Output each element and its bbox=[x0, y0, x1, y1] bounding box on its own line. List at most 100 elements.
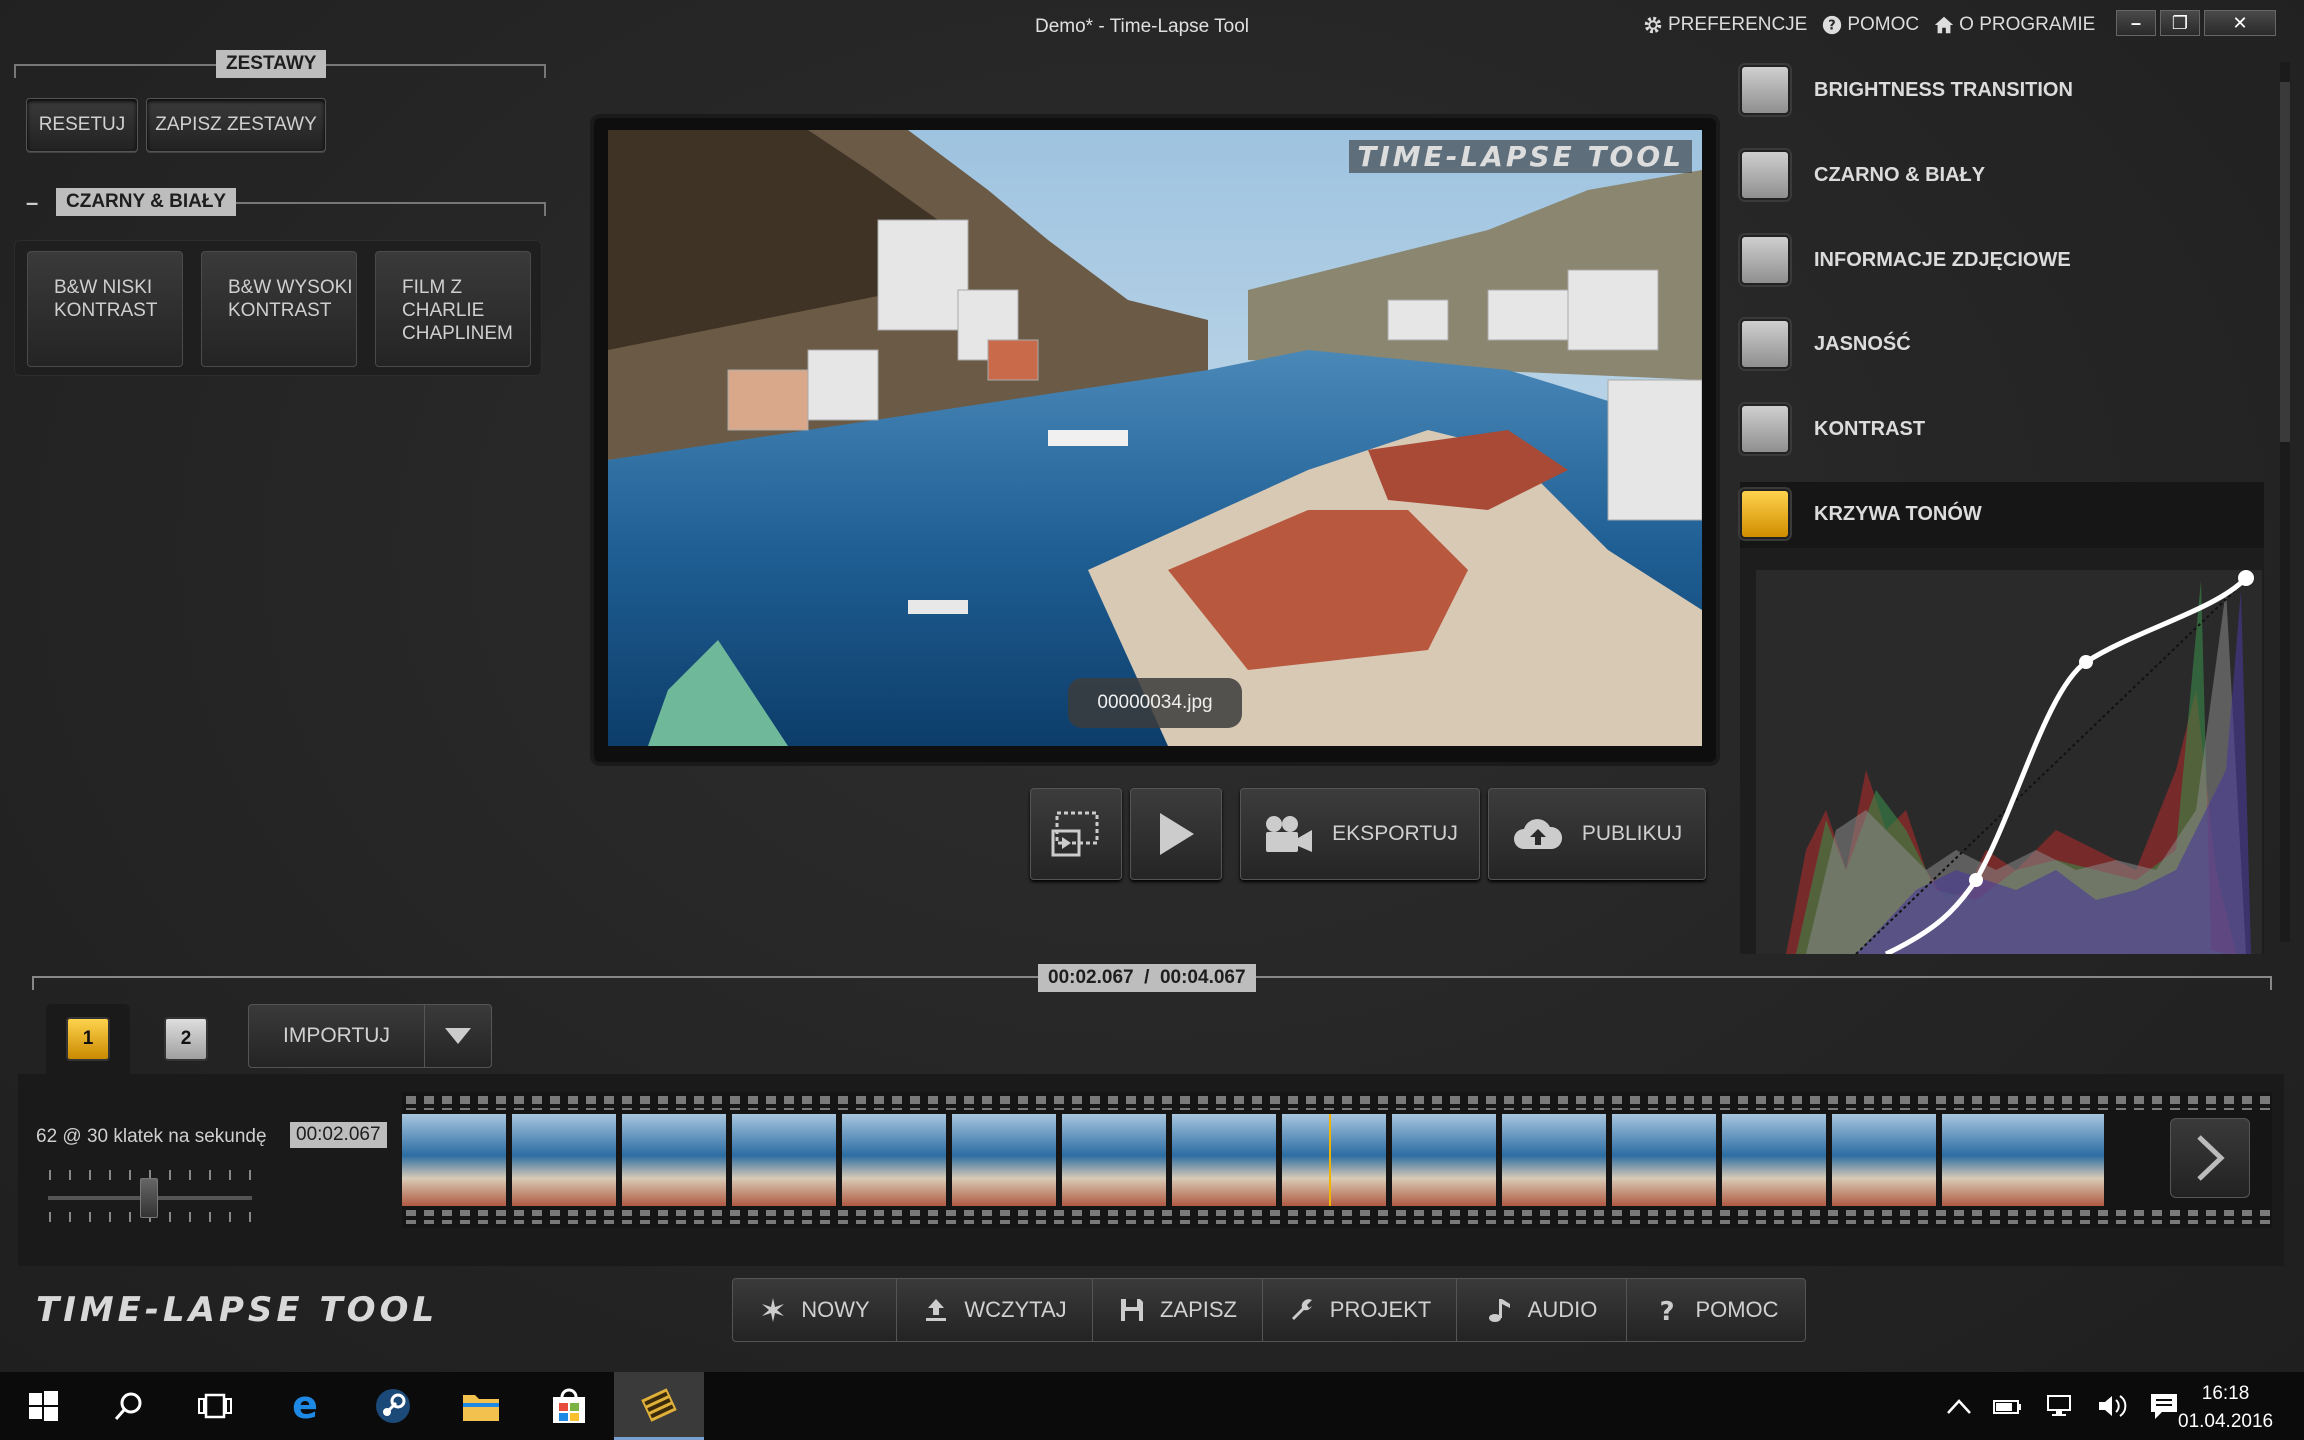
start-button[interactable] bbox=[0, 1372, 86, 1440]
scrollbar-thumb[interactable] bbox=[2280, 82, 2290, 442]
save-presets-button[interactable]: ZAPISZ ZESTAWY bbox=[146, 98, 326, 152]
play-icon bbox=[1160, 813, 1194, 855]
taskbar-clock[interactable]: 16:18 01.04.2016 bbox=[2178, 1380, 2273, 1436]
chevron-up-icon[interactable] bbox=[1946, 1397, 1972, 1415]
svg-text:e: e bbox=[292, 1388, 318, 1424]
wrench-icon bbox=[1291, 1299, 1312, 1320]
notifications-icon[interactable] bbox=[2148, 1391, 2180, 1421]
task-view-icon bbox=[198, 1393, 232, 1419]
timelapse-taskbar-button[interactable] bbox=[614, 1372, 704, 1440]
publish-label: PUBLIKUJ bbox=[1581, 822, 1683, 845]
effects-scrollbar[interactable] bbox=[2280, 62, 2290, 942]
export-button[interactable]: EKSPORTUJ bbox=[1240, 788, 1480, 880]
top-links: PREFERENCJE ? POMOC O PROGRAMIE bbox=[1642, 14, 2095, 36]
about-link[interactable]: O PROGRAMIE bbox=[1933, 14, 2095, 36]
help-button[interactable]: ? POMOC bbox=[1627, 1279, 1805, 1341]
effect-toggle[interactable] bbox=[1740, 319, 1790, 369]
search-button[interactable] bbox=[86, 1372, 172, 1440]
filmstrip-frames bbox=[402, 1096, 2272, 1224]
save-icon bbox=[1120, 1299, 1143, 1321]
system-tray bbox=[1946, 1372, 2180, 1440]
new-label: NOWY bbox=[801, 1297, 870, 1322]
battery-icon[interactable] bbox=[1992, 1393, 2024, 1419]
task-view-button[interactable] bbox=[172, 1372, 258, 1440]
save-button[interactable]: ZAPISZ bbox=[1093, 1279, 1263, 1341]
new-button[interactable]: NOWY bbox=[733, 1279, 897, 1341]
collapse-toggle[interactable]: – bbox=[26, 190, 38, 216]
clock-date: 01.04.2016 bbox=[2178, 1411, 2274, 1432]
store-bag-icon bbox=[553, 1388, 585, 1423]
file-explorer-button[interactable] bbox=[438, 1372, 524, 1440]
track-tab-2[interactable]: 2 bbox=[144, 1004, 228, 1074]
help-link[interactable]: ? POMOC bbox=[1821, 14, 1919, 36]
effect-label: JASNOŚĆ bbox=[1814, 332, 1911, 355]
preset-bw-high-contrast[interactable]: B&W WYSOKI KONTRAST bbox=[201, 251, 357, 367]
effect-contrast[interactable]: KONTRAST bbox=[1740, 397, 2260, 461]
effect-black-white[interactable]: CZARNO & BIAŁY bbox=[1740, 143, 2260, 207]
preview-mode-button[interactable] bbox=[1030, 788, 1122, 880]
window-controls: – ❐ ✕ bbox=[2116, 10, 2276, 36]
frame-filename: 00000034.jpg bbox=[1068, 678, 1242, 728]
app-window: Demo* - Time-Lapse Tool PREFERENCJE ? PO… bbox=[0, 0, 2304, 1372]
help-label: POMOC bbox=[1695, 1297, 1779, 1322]
effect-label: INFORMACJE ZDJĘCIOWE bbox=[1814, 248, 2071, 271]
effect-label: KONTRAST bbox=[1814, 417, 1926, 440]
effect-tone-curve[interactable]: KRZYWA TONÓW bbox=[1740, 482, 2260, 546]
fps-info: 62 @ 30 klatek na sekundę bbox=[36, 1126, 267, 1147]
preset-chaplin-film[interactable]: FILM Z CHARLIE CHAPLINEM bbox=[375, 251, 531, 367]
clock-time: 16:18 bbox=[2201, 1383, 2250, 1404]
taskbar: e 16:18 01.04.2016 bbox=[0, 1372, 2304, 1440]
effect-brightness-transition[interactable]: BRIGHTNESS TRANSITION bbox=[1740, 58, 2260, 122]
network-icon[interactable] bbox=[2044, 1392, 2076, 1420]
maximize-button[interactable]: ❐ bbox=[2160, 10, 2200, 36]
minimize-button[interactable]: – bbox=[2116, 10, 2156, 36]
import-button[interactable]: IMPORTUJ bbox=[248, 1004, 492, 1068]
steam-button[interactable] bbox=[350, 1372, 436, 1440]
preferences-link[interactable]: PREFERENCJE bbox=[1642, 14, 1807, 36]
effect-toggle[interactable] bbox=[1740, 150, 1790, 200]
speed-slider-thumb[interactable] bbox=[140, 1178, 158, 1218]
question-icon: ? bbox=[1660, 1297, 1675, 1324]
title-bar: Demo* - Time-Lapse Tool PREFERENCJE ? PO… bbox=[0, 0, 2304, 52]
help-label: POMOC bbox=[1847, 14, 1920, 35]
search-icon bbox=[114, 1392, 142, 1420]
steam-icon bbox=[376, 1389, 410, 1423]
tone-curve-chart[interactable] bbox=[1756, 570, 2262, 954]
load-button[interactable]: WCZYTAJ bbox=[897, 1279, 1093, 1341]
track-tab-1[interactable]: 1 bbox=[46, 1004, 130, 1074]
preview-watermark: TIME-LAPSE TOOL bbox=[1349, 140, 1692, 173]
effect-toggle[interactable] bbox=[1740, 65, 1790, 115]
effect-photo-info[interactable]: INFORMACJE ZDJĘCIOWE bbox=[1740, 228, 2260, 292]
audio-label: AUDIO bbox=[1527, 1297, 1598, 1322]
effect-toggle[interactable] bbox=[1740, 235, 1790, 285]
effect-toggle[interactable] bbox=[1740, 489, 1790, 539]
store-button[interactable] bbox=[526, 1372, 612, 1440]
export-label: EKSPORTUJ bbox=[1332, 822, 1458, 845]
audio-button[interactable]: AUDIO bbox=[1457, 1279, 1627, 1341]
effect-toggle[interactable] bbox=[1740, 404, 1790, 454]
publish-button[interactable]: PUBLIKUJ bbox=[1488, 788, 1706, 880]
edge-button[interactable]: e bbox=[262, 1372, 348, 1440]
track-number: 2 bbox=[164, 1017, 208, 1061]
windows-logo-icon bbox=[29, 1391, 58, 1421]
reset-button[interactable]: RESETUJ bbox=[26, 98, 138, 152]
filmstrip[interactable] bbox=[402, 1092, 2272, 1228]
preferences-label: PREFERENCJE bbox=[1668, 14, 1808, 35]
filmstrip-next-button[interactable] bbox=[2170, 1118, 2250, 1198]
timelapse-app-icon bbox=[641, 1387, 677, 1422]
play-button[interactable] bbox=[1130, 788, 1222, 880]
video-camera-icon bbox=[1266, 816, 1313, 852]
bottom-toolbar: NOWY WCZYTAJ ZAPISZ PROJEKT AUDIO ? POMO… bbox=[732, 1278, 1806, 1342]
preset-bw-low-contrast[interactable]: B&W NISKI KONTRAST bbox=[27, 251, 183, 367]
import-label: IMPORTUJ bbox=[249, 1005, 425, 1067]
gear-icon bbox=[1644, 16, 1662, 34]
import-dropdown[interactable] bbox=[425, 1005, 491, 1067]
volume-icon[interactable] bbox=[2096, 1392, 2128, 1420]
effect-brightness[interactable]: JASNOŚĆ bbox=[1740, 312, 2260, 376]
project-button[interactable]: PROJEKT bbox=[1263, 1279, 1457, 1341]
close-button[interactable]: ✕ bbox=[2204, 10, 2276, 36]
harbor-photo bbox=[608, 130, 1702, 746]
current-time: 00:02.067 bbox=[290, 1122, 387, 1148]
effect-label: BRIGHTNESS TRANSITION bbox=[1814, 78, 2073, 101]
load-label: WCZYTAJ bbox=[964, 1297, 1067, 1322]
